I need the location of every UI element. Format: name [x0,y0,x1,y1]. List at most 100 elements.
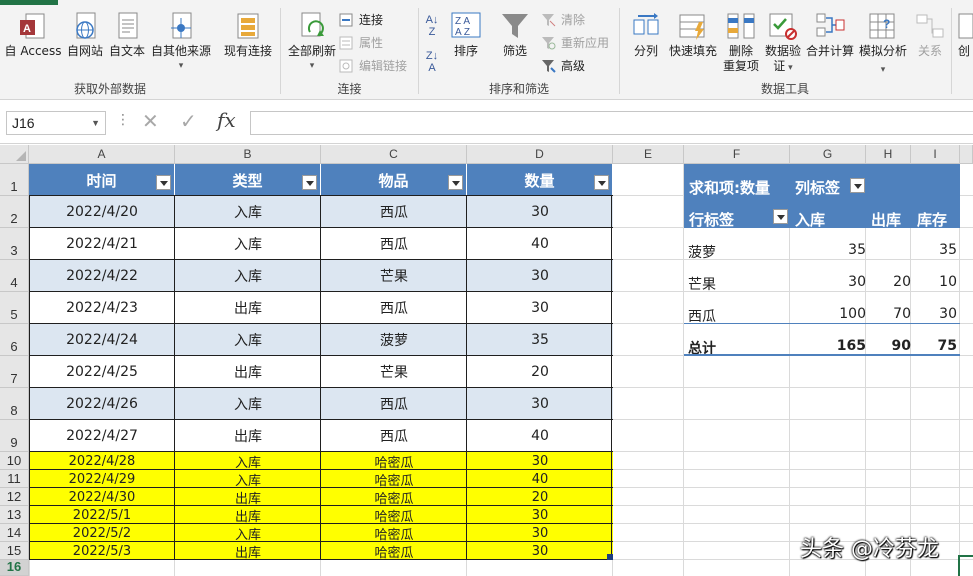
formula-input[interactable] [250,111,973,135]
table-cell[interactable]: 西瓜 [321,196,467,228]
row-header[interactable]: 10 [0,452,29,470]
table-cell[interactable]: 哈密瓜 [321,524,467,542]
table-cell[interactable]: 出库 [175,542,321,560]
row-header[interactable]: 7 [0,356,29,388]
filter-button[interactable]: 筛选 [495,10,535,59]
pivot-row-in[interactable]: 30 [790,274,866,290]
table-header-cell[interactable]: 数量 [467,164,613,196]
table-cell[interactable]: 30 [467,260,613,292]
row-header[interactable]: 16 [0,559,29,576]
pivot-row-in[interactable]: 100 [790,306,866,322]
from-web-button[interactable]: 自网站 [64,10,106,59]
column-header[interactable]: C [321,145,467,164]
table-cell[interactable]: 2022/4/22 [29,260,175,292]
data-validation-button[interactable]: 数据验 证 ▾ [762,10,804,76]
table-cell[interactable]: 2022/4/20 [29,196,175,228]
table-cell[interactable]: 2022/5/2 [29,524,175,542]
pivot-col-label[interactable]: 列标签 [795,177,840,198]
column-header[interactable]: E [613,145,684,164]
table-cell[interactable]: 40 [467,470,613,488]
pivot-row-out[interactable]: 70 [866,306,911,322]
pivot-total-stock[interactable]: 75 [911,338,957,354]
row-header[interactable]: 8 [0,388,29,420]
table-cell[interactable]: 2022/4/26 [29,388,175,420]
table-cell[interactable]: 出库 [175,506,321,524]
row-header[interactable]: 12 [0,488,29,506]
pivot-row-out[interactable]: 20 [866,274,911,290]
row-header[interactable]: 6 [0,324,29,356]
table-cell[interactable]: 30 [467,388,613,420]
table-cell[interactable]: 30 [467,292,613,324]
table-cell[interactable]: 30 [467,196,613,228]
pivot-total-in[interactable]: 165 [790,338,866,354]
pivot-col-header-in[interactable]: 入库 [795,209,825,230]
column-header[interactable]: B [175,145,321,164]
row-header[interactable]: 14 [0,524,29,542]
table-cell[interactable]: 哈密瓜 [321,488,467,506]
row-header[interactable]: 11 [0,470,29,488]
pivot-col-filter-dropdown[interactable] [850,178,865,193]
table-cell[interactable]: 芒果 [321,260,467,292]
table-cell[interactable]: 西瓜 [321,292,467,324]
table-cell[interactable]: 入库 [175,260,321,292]
insert-function-icon[interactable]: fx [217,108,236,132]
from-text-button[interactable]: 自文本 [106,10,148,59]
filter-dropdown-button[interactable] [156,175,171,190]
table-cell[interactable]: 出库 [175,356,321,388]
pivot-row-stock[interactable]: 10 [911,274,957,290]
filter-dropdown-button[interactable] [594,175,609,190]
table-cell[interactable]: 2022/5/3 [29,542,175,560]
table-cell[interactable]: 哈密瓜 [321,542,467,560]
reapply-button[interactable]: 重新应用 [541,33,609,53]
table-cell[interactable]: 2022/4/24 [29,324,175,356]
table-cell[interactable]: 40 [467,420,613,452]
row-header[interactable]: 4 [0,260,29,292]
table-cell[interactable]: 哈密瓜 [321,506,467,524]
table-cell[interactable]: 出库 [175,292,321,324]
table-header-cell[interactable]: 时间 [29,164,175,196]
row-header[interactable]: 2 [0,196,29,228]
table-cell[interactable]: 芒果 [321,356,467,388]
create-button-partial[interactable]: 创 [955,10,973,59]
connections-button[interactable]: 连接 [339,10,383,30]
table-cell[interactable]: 入库 [175,388,321,420]
filter-dropdown-button[interactable] [302,175,317,190]
name-box[interactable]: J16 ▼ [6,111,106,135]
consolidate-button[interactable]: 合并计算 [804,10,856,59]
row-header[interactable]: 1 [0,164,29,196]
pivot-row-stock[interactable]: 35 [911,242,957,258]
enter-check-icon[interactable]: ✓ [180,109,197,133]
pivot-total-out[interactable]: 90 [866,338,911,354]
table-cell[interactable]: 40 [467,228,613,260]
table-cell[interactable]: 入库 [175,196,321,228]
table-cell[interactable]: 30 [467,542,613,560]
table-cell[interactable]: 哈密瓜 [321,470,467,488]
edit-links-button[interactable]: 编辑链接 [339,56,407,76]
table-cell[interactable]: 2022/4/23 [29,292,175,324]
existing-connections-button[interactable]: 现有连接 [220,10,276,59]
row-header[interactable]: 3 [0,228,29,260]
pivot-row-filter-dropdown[interactable] [773,209,788,224]
table-header-cell[interactable]: 类型 [175,164,321,196]
table-cell[interactable]: 20 [467,488,613,506]
table-cell[interactable]: 2022/4/27 [29,420,175,452]
remove-duplicates-button[interactable]: 删除 重复项 [720,10,762,74]
table-cell[interactable]: 西瓜 [321,420,467,452]
refresh-all-button[interactable]: 全部刷新 ▾ [283,10,341,74]
row-header[interactable]: 13 [0,506,29,524]
pivot-row-name[interactable]: 芒果 [688,274,716,294]
row-header[interactable]: 15 [0,542,29,560]
text-to-columns-button[interactable]: 分列 [624,10,668,59]
table-cell[interactable]: 入库 [175,228,321,260]
pivot-col-header-out[interactable]: 出库 [871,209,901,230]
row-header[interactable]: 9 [0,420,29,452]
table-cell[interactable]: 西瓜 [321,388,467,420]
from-other-sources-button[interactable]: 自其他来源 ▾ [148,10,214,74]
table-cell[interactable]: 20 [467,356,613,388]
column-header[interactable]: F [684,145,790,164]
sort-az-button[interactable]: A↓ Z Z↓ A [421,14,443,74]
table-cell[interactable]: 入库 [175,324,321,356]
pivot-row-in[interactable]: 35 [790,242,866,258]
flash-fill-button[interactable]: 快速填充 [666,10,720,59]
table-resize-handle[interactable] [607,554,613,560]
